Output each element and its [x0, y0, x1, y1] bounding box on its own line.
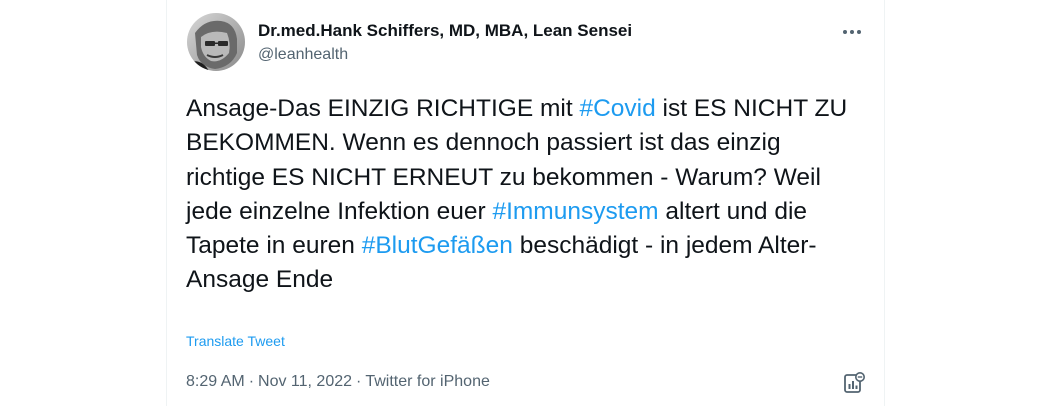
avatar-image	[187, 13, 245, 71]
tweet-date[interactable]: Nov 11, 2022	[258, 373, 352, 390]
meta-separator: ·	[356, 373, 362, 390]
tweet-text: Ansage-Das EINZIG RICHTIGE mit #Covid is…	[186, 92, 866, 298]
page: Dr.med.Hank Schiffers, MD, MBA, Lean Sen…	[0, 0, 1050, 406]
tweet-meta: 8:29 AM · Nov 11, 2022 · Twitter for iPhone	[186, 373, 490, 391]
hashtag-link-covid[interactable]: #Covid	[579, 95, 655, 122]
author-block: Dr.med.Hank Schiffers, MD, MBA, Lean Sen…	[258, 20, 632, 66]
tweet-source[interactable]: Twitter for iPhone	[365, 373, 490, 390]
view-analytics-button[interactable]	[842, 371, 866, 395]
meta-separator: ·	[248, 373, 255, 390]
tweet-time[interactable]: 8:29 AM	[186, 373, 245, 390]
tweet-text-segment: Ansage-Das EINZIG RICHTIGE mit	[186, 95, 580, 122]
hashtag-link-blutgefaessen[interactable]: #BlutGefäßen	[362, 232, 513, 259]
more-options-button[interactable]	[840, 20, 864, 44]
tweet-card: Dr.med.Hank Schiffers, MD, MBA, Lean Sen…	[166, 0, 885, 406]
author-handle[interactable]: @leanhealth	[258, 44, 632, 66]
translate-tweet-link[interactable]: Translate Tweet	[186, 333, 285, 349]
more-horizontal-icon	[843, 30, 861, 34]
author-display-name[interactable]: Dr.med.Hank Schiffers, MD, MBA, Lean Sen…	[258, 20, 632, 42]
view-analytics-icon	[844, 372, 865, 393]
hashtag-link-immunsystem[interactable]: #Immunsystem	[492, 198, 658, 225]
avatar[interactable]	[187, 13, 245, 71]
